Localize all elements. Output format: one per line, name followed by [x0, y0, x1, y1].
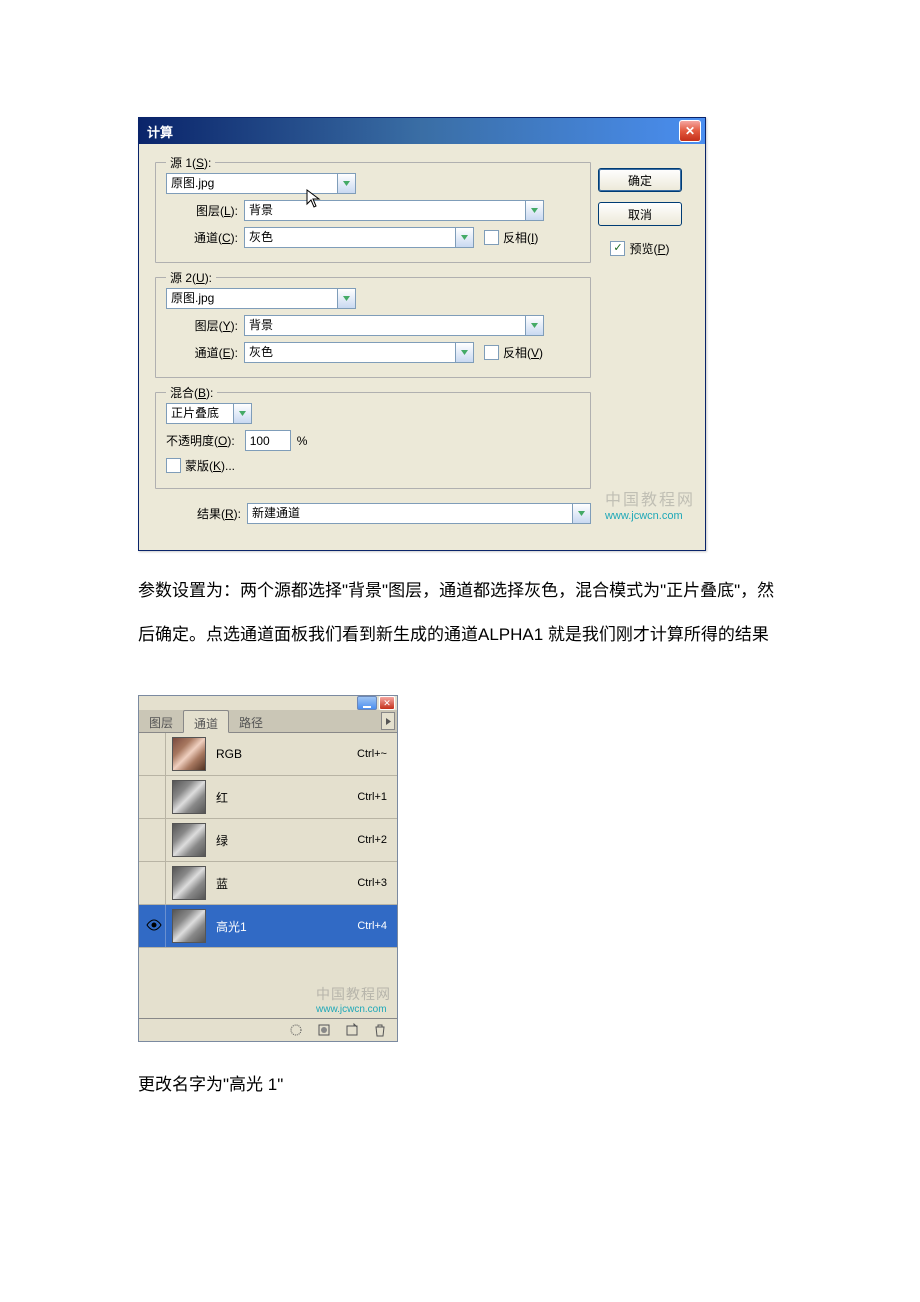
channel-row[interactable]: 蓝 Ctrl+3	[139, 862, 397, 905]
channel-list: RGB Ctrl+~ 红 Ctrl+1 绿 Ctrl+2 蓝 Ctrl+3 高光1 Ctrl+4	[139, 733, 397, 948]
tab-channels[interactable]: 通道	[183, 710, 229, 733]
channel-name: 绿	[212, 832, 351, 849]
channel-name: RGB	[212, 747, 351, 761]
source1-channel-label: 通道(C):	[166, 229, 244, 246]
result-combo[interactable]: 新建通道	[247, 503, 591, 524]
chevron-down-icon[interactable]	[525, 316, 543, 335]
source1-combo[interactable]: 原图.jpg	[166, 173, 356, 194]
source1-invert-checkbox[interactable]: 反相(I)	[484, 229, 538, 246]
panel-tabs: 图层 通道 路径	[139, 710, 397, 733]
chevron-down-icon[interactable]	[455, 228, 473, 247]
mask-checkbox[interactable]: 蒙版(K)...	[166, 457, 235, 474]
blending-legend: 混合(B):	[166, 384, 217, 401]
panel-titlebar[interactable]: ✕	[139, 696, 397, 710]
blending-combo[interactable]: 正片叠底	[166, 403, 252, 424]
channel-row[interactable]: 高光1 Ctrl+4	[139, 905, 397, 948]
opacity-label: 不透明度(O):	[166, 432, 241, 449]
source1-channel-combo[interactable]: 灰色	[244, 227, 474, 248]
panel-footer	[139, 1018, 397, 1041]
channel-name: 蓝	[212, 875, 351, 892]
channel-thumbnail	[172, 909, 206, 943]
channel-row[interactable]: 绿 Ctrl+2	[139, 819, 397, 862]
calculations-dialog: 计算 ✕ 源 1(S): 原图.jpg	[138, 117, 706, 551]
close-icon[interactable]: ✕	[379, 696, 395, 710]
chevron-down-icon[interactable]	[337, 289, 355, 308]
visibility-toggle[interactable]	[143, 776, 166, 818]
channel-name: 高光1	[212, 918, 351, 935]
opacity-input[interactable]: 100	[245, 430, 291, 451]
chevron-down-icon[interactable]	[233, 404, 251, 423]
channel-row[interactable]: RGB Ctrl+~	[139, 733, 397, 776]
channel-shortcut: Ctrl+~	[357, 748, 397, 760]
watermark: 中国教程网 www.jcwcn.com	[605, 486, 695, 522]
source1-layer-combo[interactable]: 背景	[244, 200, 544, 221]
eye-icon	[146, 919, 162, 934]
cancel-button[interactable]: 取消	[598, 202, 682, 226]
minimize-icon[interactable]	[357, 696, 377, 710]
new-channel-icon[interactable]	[345, 1023, 359, 1037]
save-selection-icon[interactable]	[317, 1023, 331, 1037]
preview-checkbox[interactable]: ✓ 预览(P)	[610, 240, 669, 257]
source1-layer-label: 图层(L):	[166, 202, 244, 219]
chevron-down-icon[interactable]	[455, 343, 473, 362]
source1-group: 源 1(S): 原图.jpg 图层(L):	[155, 162, 591, 263]
tab-layers[interactable]: 图层	[139, 710, 183, 732]
visibility-toggle[interactable]	[143, 819, 166, 861]
channel-thumbnail	[172, 823, 206, 857]
visibility-toggle[interactable]	[143, 905, 166, 947]
dialog-title: 计算	[147, 122, 173, 141]
channel-shortcut: Ctrl+2	[357, 834, 397, 846]
chevron-down-icon[interactable]	[337, 174, 355, 193]
channel-name: 红	[212, 789, 351, 806]
dialog-titlebar[interactable]: 计算 ✕	[139, 118, 705, 144]
chevron-down-icon[interactable]	[525, 201, 543, 220]
channel-thumbnail	[172, 780, 206, 814]
channels-panel: ✕ 图层 通道 路径 RGB Ctrl+~ 红 Ctrl+1 绿 Ctrl+2 蓝 Ctrl+…	[138, 695, 398, 1042]
source1-legend: 源 1(S):	[166, 154, 215, 171]
opacity-unit: %	[297, 434, 308, 448]
channel-shortcut: Ctrl+4	[357, 920, 397, 932]
source2-legend: 源 2(U):	[166, 269, 216, 286]
blending-group: 混合(B): 正片叠底 不透明度(O): 100 %	[155, 392, 591, 489]
visibility-toggle[interactable]	[143, 733, 166, 775]
channel-shortcut: Ctrl+1	[357, 791, 397, 803]
instruction-text-1: 参数设置为：两个源都选择"背景"图层，通道都选择灰色，混合模式为"正片叠底"，然…	[138, 569, 778, 657]
source2-invert-checkbox[interactable]: 反相(V)	[484, 344, 543, 361]
source2-channel-combo[interactable]: 灰色	[244, 342, 474, 363]
load-selection-icon[interactable]	[289, 1023, 303, 1037]
close-icon[interactable]: ✕	[679, 120, 701, 142]
result-label: 结果(R):	[155, 505, 247, 522]
channel-thumbnail	[172, 737, 206, 771]
panel-menu-icon[interactable]	[381, 712, 395, 730]
chevron-down-icon[interactable]	[572, 504, 590, 523]
delete-channel-icon[interactable]	[373, 1023, 387, 1037]
channel-row[interactable]: 红 Ctrl+1	[139, 776, 397, 819]
tab-paths[interactable]: 路径	[229, 710, 273, 732]
channel-shortcut: Ctrl+3	[357, 877, 397, 889]
instruction-text-2: 更改名字为"高光 1"	[138, 1070, 920, 1095]
source2-channel-label: 通道(E):	[166, 344, 244, 361]
source2-group: 源 2(U): 原图.jpg 图层(Y): 背景	[155, 277, 591, 378]
source2-layer-label: 图层(Y):	[166, 317, 244, 334]
ok-button[interactable]: 确定	[598, 168, 682, 192]
source2-layer-combo[interactable]: 背景	[244, 315, 544, 336]
channel-thumbnail	[172, 866, 206, 900]
visibility-toggle[interactable]	[143, 862, 166, 904]
source2-combo[interactable]: 原图.jpg	[166, 288, 356, 309]
